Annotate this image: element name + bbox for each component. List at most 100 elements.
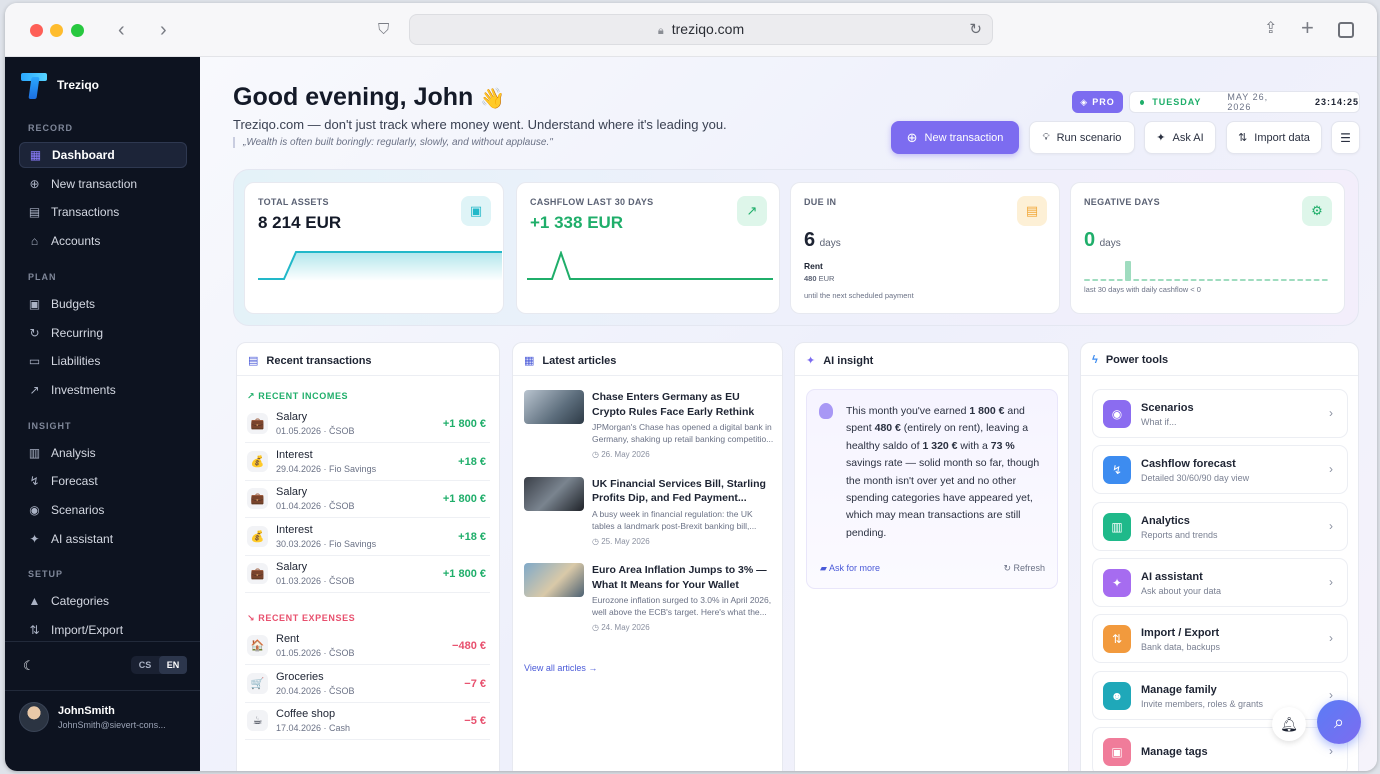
- power-tool-ai-assistant[interactable]: ✦ AI assistant Ask about your data ›: [1092, 557, 1348, 607]
- run-scenario-button[interactable]: 💡︎ Run scenario: [1029, 121, 1135, 154]
- forward-icon[interactable]: ›: [160, 20, 167, 40]
- transaction-account: Cash: [329, 723, 351, 734]
- article-excerpt: A busy week in financial regulation: the…: [592, 508, 757, 531]
- user-profile[interactable]: JohnSmith JohnSmith@sievert-cons...: [19, 702, 189, 734]
- browser-window: ‹ › ⛉ 🔒︎ treziqo.com ↻ ⇪ + Treziqo RECORD ▦…: [5, 3, 1377, 771]
- negative-day-bar: [1149, 279, 1156, 281]
- sidebar-item-categories[interactable]: ▲ Categories: [19, 588, 187, 614]
- lang-en-button[interactable]: EN: [159, 656, 187, 674]
- article-date-text: 26. May 2026: [601, 450, 650, 459]
- power-tool-analytics[interactable]: ▥ Analytics Reports and trends ›: [1092, 501, 1348, 551]
- tool-subtitle: Bank data, backups: [1141, 642, 1221, 653]
- kpi-value: 6 days: [804, 229, 841, 252]
- transaction-row[interactable]: 💰 Interest 30.03.2026 · Fio Savings +18 €: [245, 519, 490, 556]
- share-icon[interactable]: ⇪: [1264, 19, 1277, 39]
- kpi-negative-days[interactable]: NEGATIVE DAYS 0 days ⚙ last 30 days with…: [1070, 182, 1345, 314]
- sidebar-item-recurring[interactable]: ↻ Recurring: [19, 320, 187, 346]
- power-tool-manage-family[interactable]: ☻ Manage family Invite members, roles & gr…: [1092, 670, 1348, 720]
- power-tool-manage-tags[interactable]: ▣ Manage tags ›: [1092, 726, 1348, 771]
- transaction-row[interactable]: 💼 Salary 01.04.2026 · ČSOB +1 800 €: [245, 481, 490, 519]
- tabs-overview-icon[interactable]: [1338, 22, 1354, 38]
- tool-title: AI assistant: [1141, 570, 1203, 583]
- tool-subtitle: Reports and trends: [1141, 529, 1218, 540]
- transaction-account: ČSOB: [329, 426, 355, 436]
- brand[interactable]: Treziqo: [21, 71, 99, 99]
- kpi-total-assets[interactable]: TOTAL ASSETS 8 214 EUR ▣: [244, 182, 504, 314]
- negative-day-bar: [1125, 261, 1131, 281]
- notifications-button[interactable]: 🔔︎: [1272, 707, 1306, 741]
- import-data-button[interactable]: ⇅ Import data: [1226, 121, 1322, 154]
- transaction-row[interactable]: 🏠 Rent 01.05.2026 · ČSOB −480 €: [245, 628, 490, 665]
- settings-sliders-button[interactable]: ☰: [1331, 121, 1360, 154]
- panel-divider: [513, 375, 782, 376]
- ask-for-more-button[interactable]: ▰ Ask for more: [820, 563, 880, 574]
- sidebar-item-liabilities[interactable]: ▭ Liabilities: [19, 348, 187, 374]
- section-title: RECORD: [28, 123, 74, 133]
- address-bar[interactable]: 🔒︎ treziqo.com ↻: [409, 14, 993, 45]
- reload-icon[interactable]: ↻: [969, 15, 982, 44]
- back-icon[interactable]: ‹: [118, 20, 125, 40]
- kpi-cashflow[interactable]: CASHFLOW LAST 30 DAYS +1 338 EUR ↗: [516, 182, 780, 314]
- view-all-articles-link[interactable]: View all articles →: [524, 663, 597, 673]
- sliders-icon: ☰: [1340, 130, 1351, 145]
- transaction-row[interactable]: ☕ Coffee shop 17.04.2026 · Cash −5 €: [245, 703, 490, 741]
- sidebar-item-ai-assistant[interactable]: ✦ AI assistant: [19, 526, 187, 552]
- article-item[interactable]: UK Financial Services Bill, Starling Pro…: [524, 476, 774, 557]
- power-tool-scenarios[interactable]: ◉ Scenarios What if... ›: [1092, 389, 1348, 438]
- close-window-button[interactable]: [30, 24, 43, 37]
- sidebar-item-transactions[interactable]: ▤ Transactions: [19, 199, 187, 225]
- due-days-unit: days: [819, 238, 841, 249]
- dark-mode-icon[interactable]: ☾: [23, 658, 35, 674]
- article-thumbnail: [524, 563, 584, 598]
- lang-cs-button[interactable]: CS: [131, 656, 159, 674]
- chevron-right-icon: ›: [1329, 406, 1333, 420]
- gear-icon: ⚙: [1302, 196, 1332, 226]
- article-excerpt: JPMorgan's Chase has opened a digital ba…: [592, 422, 774, 444]
- sidebar-item-accounts[interactable]: ⌂ Accounts: [19, 228, 187, 254]
- article-item[interactable]: Euro Area Inflation Jumps to 3% — What I…: [524, 563, 774, 643]
- new-tab-icon[interactable]: +: [1301, 17, 1314, 39]
- ask-ai-button[interactable]: ✦ Ask AI: [1144, 121, 1216, 154]
- sidebar-item-budgets[interactable]: ▣ Budgets: [19, 291, 187, 317]
- date-label: MAY 26, 2026: [1227, 92, 1269, 112]
- transaction-name: Coffee shop: [276, 708, 336, 721]
- article-title: Euro Area Inflation Jumps to 3% — What I…: [592, 564, 767, 591]
- sidebar-item-import-export[interactable]: ⇅ Import/Export: [19, 617, 187, 643]
- sidebar-item-scenarios[interactable]: ◉ Scenarios: [19, 497, 187, 523]
- negative-day-bar: [1166, 279, 1172, 281]
- expenses-label-text: RECENT EXPENSES: [258, 613, 356, 623]
- ai-insight-text: This month you've earned 1 800 € and spe…: [846, 403, 1048, 542]
- avatar: [19, 702, 49, 732]
- bank-icon: ⌂: [30, 234, 39, 249]
- tool-subtitle: Ask about your data: [1141, 585, 1222, 596]
- kpi-due-in[interactable]: DUE IN 6 days ▤ Rent 480 EUR until the n…: [790, 182, 1060, 314]
- transaction-row[interactable]: 💼 Salary 01.05.2026 · ČSOB +1 800 €: [245, 406, 490, 443]
- refresh-button[interactable]: ↻ Refresh: [1003, 563, 1045, 574]
- power-tool-cashflow-forecast[interactable]: ↯ Cashflow forecast Detailed 30/60/90 day …: [1092, 445, 1348, 495]
- transaction-name: Groceries: [276, 670, 324, 683]
- transaction-row[interactable]: 🛒 Groceries 20.04.2026 · ČSOB −7 €: [245, 666, 490, 703]
- coffee-icon: ☕: [247, 710, 268, 732]
- sidebar-item-label: Liabilities: [51, 354, 101, 369]
- minimize-window-button[interactable]: [50, 24, 63, 37]
- import-data-label: Import data: [1254, 131, 1310, 144]
- sparkle-icon: ✦: [1156, 132, 1166, 144]
- article-item[interactable]: Chase Enters Germany as EU Crypto Rules …: [524, 390, 774, 470]
- ask-ai-label: Ask AI: [1172, 131, 1204, 144]
- sidebar-item-dashboard[interactable]: ▦ Dashboard: [19, 142, 187, 168]
- new-transaction-button[interactable]: ⊕ New transaction: [891, 121, 1019, 154]
- transaction-row[interactable]: 💼 Salary 01.03.2026 · ČSOB +1 800 €: [245, 556, 490, 594]
- sidebar-item-analysis[interactable]: ▥ Analysis: [19, 440, 187, 466]
- day-label: TUESDAY: [1152, 97, 1202, 107]
- sidebar-item-new-transaction[interactable]: ⊕ New transaction: [19, 171, 187, 197]
- search-fab-button[interactable]: ⌕: [1317, 700, 1361, 744]
- sidebar-item-forecast[interactable]: ↯ Forecast: [19, 468, 187, 494]
- power-tool-import-export[interactable]: ⇅ Import / Export Bank data, backups ›: [1092, 614, 1348, 664]
- analytics-icon: ▥: [1103, 512, 1131, 541]
- house-icon: 🏠: [247, 635, 268, 656]
- sidebar-item-investments[interactable]: ↗ Investments: [19, 377, 187, 403]
- sidebar-item-label: Categories: [51, 594, 110, 609]
- zoom-window-button[interactable]: [71, 24, 84, 37]
- transaction-row[interactable]: 💰 Interest 29.04.2026 · Fio Savings +18 €: [245, 444, 490, 481]
- shield-icon[interactable]: ⛉: [378, 20, 389, 40]
